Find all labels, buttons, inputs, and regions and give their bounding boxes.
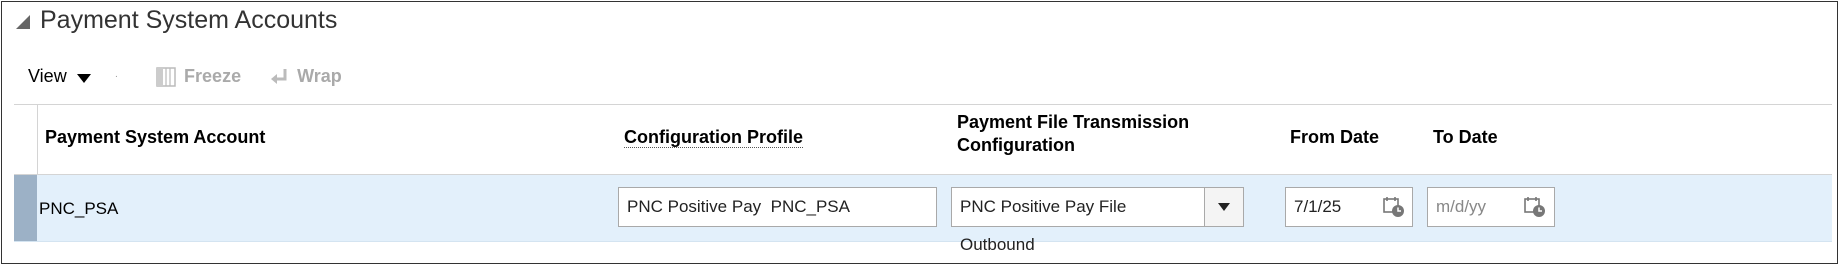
col-header-transmission-configuration[interactable]: Payment File Transmission Configuration xyxy=(957,101,1189,157)
collapse-icon[interactable] xyxy=(16,14,30,29)
calendar-icon[interactable] xyxy=(1523,195,1547,219)
transmission-configuration-dropdown-button[interactable] xyxy=(1204,187,1244,227)
cell-payment-system-account: PNC_PSA xyxy=(39,199,119,218)
freeze-button[interactable]: Freeze xyxy=(156,66,241,87)
panel-header: Payment System Accounts xyxy=(16,6,337,35)
wrap-button[interactable]: Wrap xyxy=(269,66,342,87)
payment-system-accounts-panel: Payment System Accounts View · Freeze Wr… xyxy=(1,1,1838,264)
freeze-columns-icon xyxy=(156,66,176,87)
chevron-down-icon xyxy=(1218,203,1230,211)
col-header-to-date[interactable]: To Date xyxy=(1433,126,1498,149)
configuration-profile-input[interactable]: PNC Positive Pay PNC_PSA xyxy=(618,187,937,227)
table-row[interactable]: PNC_PSA PNC Positive Pay PNC_PSA PNC Pos… xyxy=(14,175,1832,254)
panel-title: Payment System Accounts xyxy=(40,6,338,34)
col-header-configuration-profile-label: Configuration Profile xyxy=(624,127,803,148)
transmission-configuration-select[interactable]: PNC Positive Pay File Outbound xyxy=(951,187,1205,254)
col-header-transmission-line1: Payment File Transmission xyxy=(957,112,1190,132)
freeze-label: Freeze xyxy=(184,66,242,86)
col-header-configuration-profile[interactable]: Configuration Profile xyxy=(624,126,803,149)
accounts-table: Payment System Account Configuration Pro… xyxy=(14,104,1832,254)
table-header-row: Payment System Account Configuration Pro… xyxy=(14,104,1832,175)
wrap-label: Wrap xyxy=(297,66,342,86)
col-header-transmission-line2: Configuration xyxy=(957,135,1075,155)
row-selection-marker[interactable] xyxy=(14,175,37,241)
col-header-from-date[interactable]: From Date xyxy=(1290,126,1379,149)
chevron-down-icon xyxy=(76,73,91,83)
toolbar-separator: · xyxy=(114,71,119,82)
calendar-icon[interactable] xyxy=(1382,195,1406,219)
table-toolbar: View · Freeze Wrap xyxy=(28,66,342,87)
wrap-text-icon xyxy=(271,68,287,84)
col-header-payment-system-account[interactable]: Payment System Account xyxy=(45,126,265,149)
view-menu-button[interactable]: View xyxy=(28,66,91,87)
view-menu-label: View xyxy=(28,66,67,86)
